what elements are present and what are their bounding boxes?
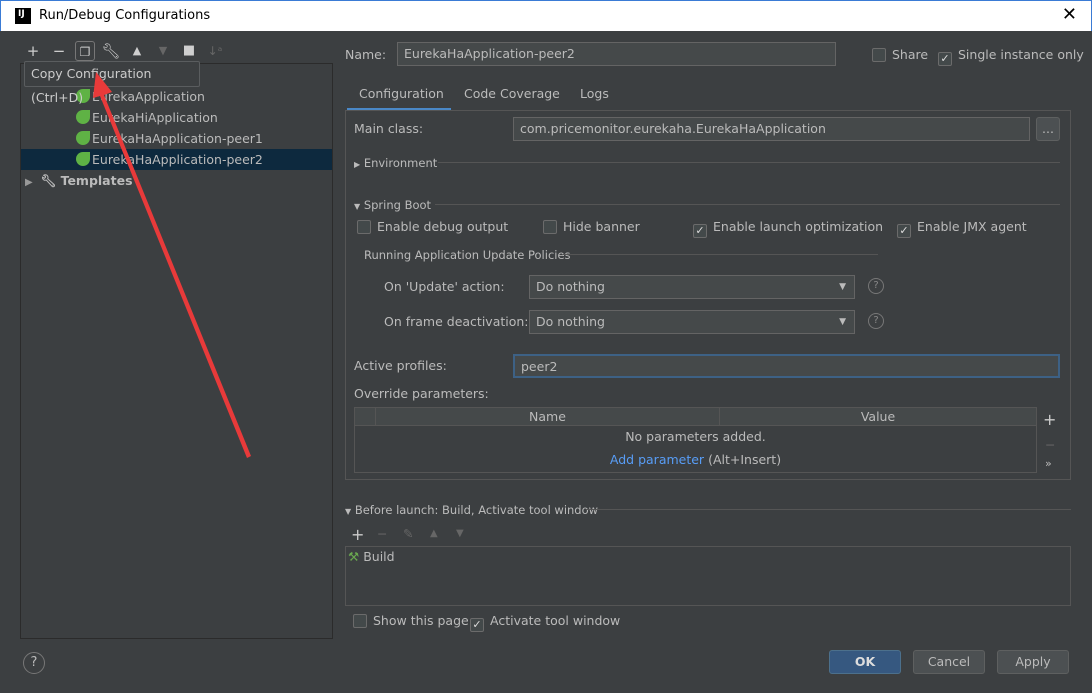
main-class-input[interactable]: com.pricemonitor.eurekaha.EurekaHaApplic… [513, 117, 1030, 141]
tab-logs[interactable]: Logs [580, 85, 609, 111]
launch-optimization-checkbox[interactable]: ✓ Enable launch optimization [693, 219, 883, 238]
show-page-checkbox[interactable]: Show this page [353, 613, 469, 628]
tree-item-templates[interactable]: ▶ 🔧︎ Templates [21, 170, 332, 191]
help-icon[interactable]: ? [868, 313, 884, 329]
debug-output-checkbox[interactable]: Enable debug output [357, 219, 508, 234]
remove-param-icon[interactable]: − [1045, 437, 1055, 452]
move-down-icon[interactable]: ▼ [456, 528, 464, 539]
name-input[interactable]: EurekaHaApplication-peer2 [397, 42, 836, 66]
add-parameter-row: Add parameter (Alt+Insert) [355, 452, 1036, 467]
main-class-label: Main class: [354, 121, 424, 136]
list-item[interactable]: ⚒ Build [348, 549, 395, 564]
table-header: Name Value [355, 408, 1036, 426]
share-checkbox[interactable]: Share [872, 47, 928, 62]
collapse-arrow-icon: ▼ [345, 507, 352, 516]
frame-deactivation-label: On frame deactivation: [384, 314, 529, 329]
activate-tool-checkbox[interactable]: ✓ Activate tool window [470, 613, 620, 632]
browse-button[interactable]: ... [1036, 117, 1060, 141]
move-up-icon[interactable]: ▲ [127, 41, 147, 61]
spring-boot-icon [76, 152, 90, 166]
folder-add-icon[interactable]: ■ [179, 41, 199, 61]
environment-section[interactable]: ▶ Environment [354, 156, 437, 170]
tree-item[interactable]: EurekaHaApplication-peer1 [21, 128, 332, 149]
edit-task-icon[interactable]: ✎ [403, 526, 413, 541]
remove-task-icon[interactable]: − [377, 526, 387, 541]
remove-icon[interactable]: − [49, 41, 69, 61]
divider [435, 204, 1060, 205]
tree-item-selected[interactable]: EurekaHaApplication-peer2 [21, 149, 332, 170]
cancel-button[interactable]: Cancel [913, 650, 985, 674]
tooltip: Copy Configuration (Ctrl+D) [24, 61, 200, 105]
sort-icon[interactable]: ↓ᵃ [205, 41, 225, 61]
ok-button[interactable]: OK [829, 650, 901, 674]
help-icon[interactable]: ? [868, 278, 884, 294]
spring-boot-section[interactable]: ▼ Spring Boot [354, 198, 431, 212]
window-title: Run/Debug Configurations [39, 8, 211, 23]
name-label: Name: [345, 47, 387, 62]
empty-text: No parameters added. [625, 429, 766, 444]
update-action-label: On 'Update' action: [384, 279, 505, 294]
more-icon[interactable]: » [1045, 457, 1052, 470]
collapse-arrow-icon: ▼ [354, 202, 361, 211]
copy-icon[interactable]: ❐ [75, 41, 95, 61]
active-profiles-label: Active profiles: [354, 358, 447, 373]
add-param-icon[interactable]: + [1043, 410, 1056, 429]
wrench-icon[interactable]: 🔧︎ [101, 41, 121, 61]
title-bar: IJ Run/Debug Configurations ✕ [0, 0, 1092, 31]
before-launch-list[interactable]: ⚒ Build [345, 546, 1071, 606]
move-up-icon[interactable]: ▲ [430, 528, 438, 539]
shortcut-hint: (Alt+Insert) [708, 452, 782, 467]
override-params-label: Override parameters: [354, 386, 489, 401]
divider [586, 509, 1071, 510]
single-instance-checkbox[interactable]: ✓ Single instance only [938, 47, 1084, 66]
column-name[interactable]: Name [375, 408, 720, 425]
before-launch-section[interactable]: ▼ Before launch: Build, Activate tool wi… [345, 503, 598, 517]
hammer-icon: ⚒ [348, 549, 360, 564]
frame-deactivation-dropdown[interactable]: Do nothing [529, 310, 855, 334]
params-table[interactable]: Name Value No parameters added. Add para… [354, 407, 1037, 473]
hide-banner-checkbox[interactable]: Hide banner [543, 219, 640, 234]
move-down-icon[interactable]: ▼ [153, 41, 173, 61]
config-tree[interactable]: EurekaApplication EurekaHiApplication Eu… [20, 63, 333, 639]
divider [438, 162, 1060, 163]
add-task-icon[interactable]: + [351, 525, 364, 544]
tree-item[interactable]: EurekaHiApplication [21, 107, 332, 128]
spring-boot-icon [76, 131, 90, 145]
add-icon[interactable]: + [23, 41, 43, 61]
intellij-icon: IJ [15, 8, 31, 24]
divider [563, 254, 878, 255]
wrench-icon: 🔧︎ [40, 173, 57, 188]
tab-configuration[interactable]: Configuration [347, 85, 451, 111]
close-icon[interactable]: ✕ [1062, 4, 1077, 25]
tab-code-coverage[interactable]: Code Coverage [464, 85, 560, 111]
active-profiles-input[interactable]: peer2 [513, 354, 1060, 378]
apply-button[interactable]: Apply [997, 650, 1069, 674]
column-value[interactable]: Value [720, 408, 1036, 425]
jmx-agent-checkbox[interactable]: ✓ Enable JMX agent [897, 219, 1027, 238]
spring-boot-icon [76, 110, 90, 124]
policies-title: Running Application Update Policies [364, 248, 571, 262]
add-parameter-link[interactable]: Add parameter [610, 452, 704, 467]
update-action-dropdown[interactable]: Do nothing [529, 275, 855, 299]
expand-arrow-icon[interactable]: ▶ [25, 177, 33, 188]
expand-arrow-icon: ▶ [354, 160, 361, 169]
help-button[interactable]: ? [23, 652, 45, 674]
